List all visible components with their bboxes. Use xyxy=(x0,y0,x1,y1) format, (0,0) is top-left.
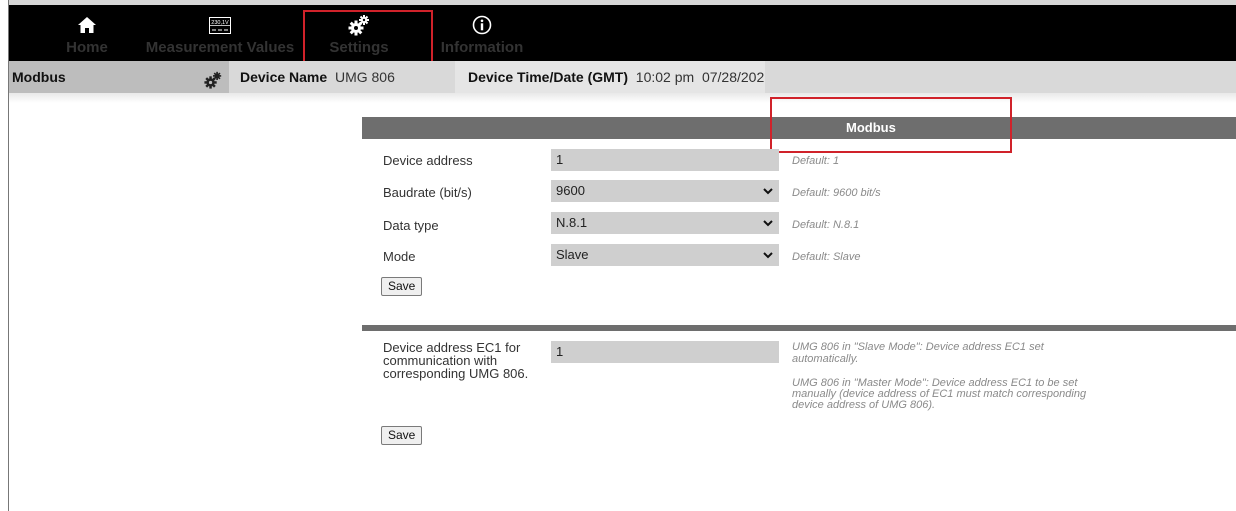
mode-select[interactable]: Slave xyxy=(551,244,779,266)
ec1-label-line3: corresponding UMG 806. xyxy=(383,366,529,381)
modbus-section-header: Modbus xyxy=(362,117,1236,139)
nav-measurement-values[interactable]: 230,1V Measurement Values xyxy=(140,5,300,61)
chevron-down-icon xyxy=(763,188,773,195)
device-name-value: UMG 806 xyxy=(334,69,395,85)
ec1-master-hint-line3: device address of UMG 806). xyxy=(792,399,936,411)
ec1-slave-hint-line1: UMG 806 in "Slave Mode": Device address … xyxy=(792,341,1044,353)
data-type-hint: Default: N.8.1 xyxy=(792,219,860,231)
baudrate-select[interactable]: 9600 xyxy=(551,180,779,202)
meter-display-icon: 230,1V xyxy=(209,13,231,37)
ec1-address-input[interactable] xyxy=(551,341,779,363)
home-icon xyxy=(77,13,97,37)
meter-display-text: 230,1V xyxy=(211,20,229,26)
mode-hint: Default: Slave xyxy=(792,251,861,263)
baudrate-label: Baudrate (bit/s) xyxy=(383,185,472,200)
status-bar-filler xyxy=(765,61,1236,93)
nav-home-label: Home xyxy=(66,39,108,56)
data-type-select[interactable]: N.8.1 xyxy=(551,212,779,234)
data-type-label: Data type xyxy=(383,218,439,233)
info-icon xyxy=(472,13,492,37)
status-section-label: Modbus xyxy=(12,69,66,85)
ec1-save-button[interactable]: Save xyxy=(381,426,423,445)
device-name-info: Device Name UMG 806 xyxy=(229,61,455,93)
ec1-address-label: Device address EC1 for communication wit… xyxy=(383,341,543,380)
nav-home[interactable]: Home xyxy=(57,5,117,61)
ec1-master-hint: UMG 806 in "Master Mode": Device address… xyxy=(792,378,1086,411)
nav-settings-label: Settings xyxy=(329,39,389,56)
device-time-value: 10:02 pm 07/28/2021 xyxy=(635,69,773,85)
mode-label: Mode xyxy=(383,249,416,264)
ec1-slave-hint-line2: automatically. xyxy=(792,353,859,365)
chevron-down-icon xyxy=(763,252,773,259)
chevron-down-icon xyxy=(763,220,773,227)
device-time-label: Device Time/Date (GMT) xyxy=(468,69,629,85)
device-time-info: Device Time/Date (GMT) 10:02 pm 07/28/20… xyxy=(455,61,772,93)
baudrate-hint: Default: 9600 bit/s xyxy=(792,187,881,199)
modbus-section-title: Modbus xyxy=(846,120,896,135)
status-section: Modbus xyxy=(9,61,229,93)
gears-icon xyxy=(348,13,370,37)
nav-information[interactable]: Information xyxy=(434,5,530,61)
status-bar: Modbus Device Name UMG 806 Device Time/D… xyxy=(9,61,1236,93)
status-bar-shadow xyxy=(9,93,1236,103)
ec1-section-divider xyxy=(362,325,1236,331)
device-address-label: Device address xyxy=(383,153,473,168)
device-address-hint: Default: 1 xyxy=(792,155,840,167)
data-type-value: N.8.1 xyxy=(556,215,588,230)
device-name-label: Device Name xyxy=(240,69,328,85)
mode-value: Slave xyxy=(556,247,589,262)
baudrate-value: 9600 xyxy=(556,183,585,198)
nav-measurement-label: Measurement Values xyxy=(145,39,295,56)
ec1-slave-hint: UMG 806 in "Slave Mode": Device address … xyxy=(792,341,1044,365)
modbus-save-button[interactable]: Save xyxy=(381,277,423,296)
nav-settings[interactable]: Settings xyxy=(314,5,404,61)
top-navigation: Home 230,1V Measurement Values Settings … xyxy=(9,5,1236,61)
nav-information-label: Information xyxy=(440,39,524,56)
device-address-input[interactable] xyxy=(551,149,779,171)
